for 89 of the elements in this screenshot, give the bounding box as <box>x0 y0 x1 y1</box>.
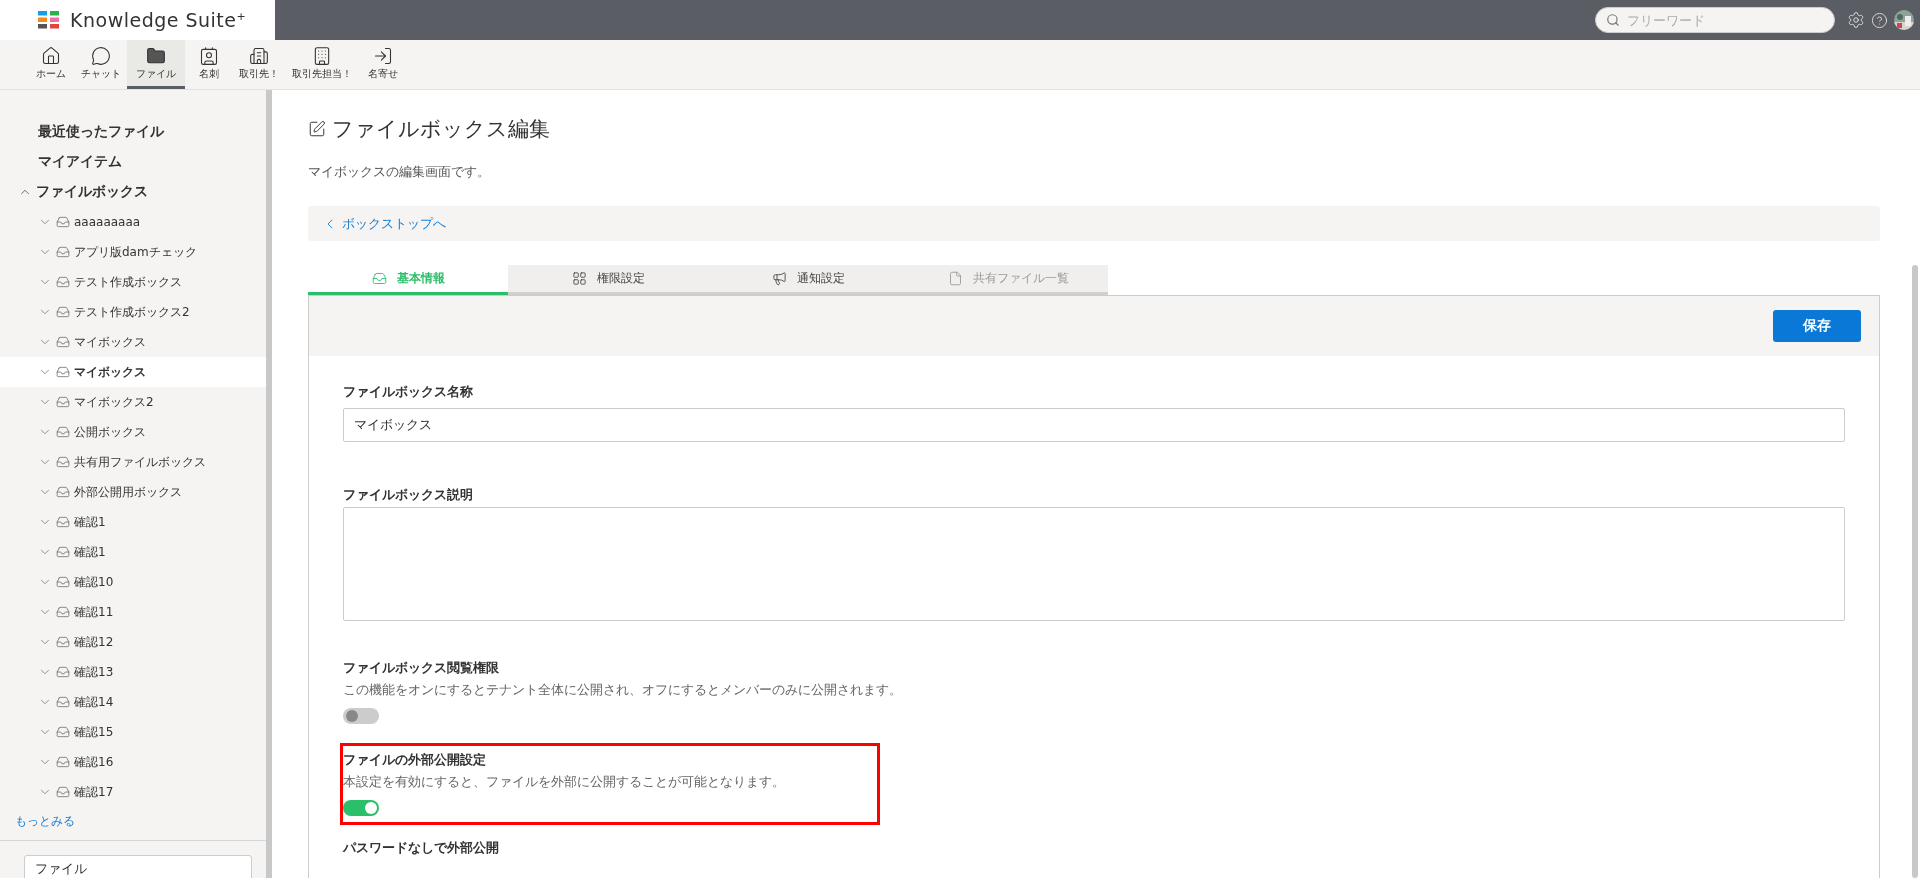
title-text: ファイルボックス編集 <box>332 116 550 143</box>
description-field[interactable] <box>343 507 1845 621</box>
setting-label: パスワードなしで外部公開 <box>343 839 500 857</box>
tree-item[interactable]: aaaaaaaaa <box>0 207 266 237</box>
nav-tab[interactable]: ファイル <box>127 40 185 89</box>
help-icon[interactable] <box>1871 11 1888 29</box>
tree-item[interactable]: 確認12 <box>0 627 266 657</box>
inbox-icon <box>56 545 70 559</box>
inbox-icon <box>56 305 70 319</box>
tree-item[interactable]: 確認17 <box>0 777 266 807</box>
tree-item[interactable]: マイボックス2 <box>0 387 266 417</box>
nav-tab[interactable]: 取引先！ <box>233 40 285 89</box>
folder-icon <box>146 45 166 66</box>
tree-item[interactable]: マイボックス <box>0 327 266 357</box>
tree-item[interactable]: 確認11 <box>0 597 266 627</box>
tree-item[interactable]: 確認15 <box>0 717 266 747</box>
inbox-icon <box>56 755 70 769</box>
inbox-icon <box>56 245 70 259</box>
building-icon <box>249 45 269 66</box>
inbox-icon <box>56 365 70 379</box>
sidebar-item[interactable]: ファイルボックス <box>0 177 266 207</box>
sidebar-link[interactable]: マイアイテム <box>0 147 266 177</box>
page-description: マイボックスの編集画面です。 <box>308 163 491 181</box>
chat-icon <box>91 45 111 66</box>
tree-item[interactable]: 共有用ファイルボックス <box>0 447 266 477</box>
inbox-icon <box>56 455 70 469</box>
inbox-icon <box>56 485 70 499</box>
name-field[interactable]: マイボックス <box>343 408 1845 442</box>
field-label: ファイルボックス説明 <box>343 486 474 504</box>
megaphone-icon <box>771 271 787 286</box>
tree-item[interactable]: 確認14 <box>0 687 266 717</box>
inbox-icon <box>56 515 70 529</box>
tree-item[interactable]: アプリ版damチェック <box>0 237 266 267</box>
tree-item[interactable]: 外部公開用ボックス <box>0 477 266 507</box>
more-link[interactable]: もっとみる <box>15 813 75 830</box>
tree-item[interactable]: 確認16 <box>0 747 266 777</box>
building-icon <box>312 45 332 66</box>
back-link[interactable]: ボックストップへ <box>342 214 446 233</box>
toggle-switch[interactable] <box>343 800 379 816</box>
inbox-icon <box>56 575 70 589</box>
setting-label: ファイルの外部公開設定 <box>343 751 487 769</box>
inbox-icon <box>56 275 70 289</box>
save-button[interactable]: 保存 <box>1773 310 1861 342</box>
tab[interactable]: 通知設定 <box>708 265 908 295</box>
nav-tab[interactable]: 名刺 <box>185 40 233 89</box>
inbox-icon <box>56 695 70 709</box>
arrow-into-box-icon <box>373 45 393 66</box>
setting-description: 本設定を有効にすると、ファイルを外部に公開することが可能となります。 <box>343 773 786 791</box>
setting-description: この機能をオンにするとテナント全体に公開され、オフにするとメンバーのみに公開されます。 <box>343 681 903 699</box>
logo-icon <box>38 11 60 29</box>
logo-text: Knowledge Suite$^{+}$ <box>70 9 247 31</box>
tree-item[interactable]: テスト作成ボックス <box>0 267 266 297</box>
tree-item[interactable]: 確認1 <box>0 507 266 537</box>
tab[interactable]: 権限設定 <box>508 265 708 295</box>
select-field[interactable]: ファイル <box>24 855 252 878</box>
inbox-icon <box>56 785 70 799</box>
home-icon <box>41 45 61 66</box>
tree-item[interactable]: 確認1 <box>0 537 266 567</box>
nav-tab[interactable]: 名寄せ <box>359 40 407 89</box>
tree-item[interactable]: 公開ボックス <box>0 417 266 447</box>
nav-tab[interactable]: 取引先担当！ <box>285 40 359 89</box>
inbox-icon <box>56 335 70 349</box>
search-icon <box>1606 13 1620 27</box>
nav-tab[interactable]: ホーム <box>27 40 75 89</box>
contact-card-icon <box>199 45 219 66</box>
edit-icon <box>308 120 326 138</box>
inbox-icon <box>56 425 70 439</box>
sidebar-link[interactable]: 最近使ったファイル <box>0 117 266 147</box>
grid-icon <box>571 271 587 286</box>
inbox-icon <box>56 665 70 679</box>
tree-item[interactable]: 確認13 <box>0 657 266 687</box>
setting-label: ファイルボックス閲覧権限 <box>343 659 500 677</box>
tree-item[interactable]: マイボックス <box>0 357 266 387</box>
search-field[interactable]: フリーワード <box>1595 7 1835 33</box>
scrollbar[interactable] <box>1912 265 1918 878</box>
inbox-icon <box>56 395 70 409</box>
tree-item[interactable]: 確認10 <box>0 567 266 597</box>
inbox-icon <box>56 725 70 739</box>
field-label: ファイルボックス名称 <box>343 383 474 401</box>
search-input[interactable]: フリーワード <box>1625 11 1805 29</box>
settings-icon[interactable] <box>1847 11 1865 29</box>
tree-item[interactable]: テスト作成ボックス2 <box>0 297 266 327</box>
toggle-switch[interactable] <box>343 708 379 724</box>
document-icon <box>947 271 963 286</box>
inbox-icon <box>56 215 70 229</box>
inbox-icon <box>56 635 70 649</box>
inbox-icon <box>371 271 387 286</box>
inbox-icon <box>56 605 70 619</box>
nav-tab[interactable]: チャット <box>75 40 127 89</box>
